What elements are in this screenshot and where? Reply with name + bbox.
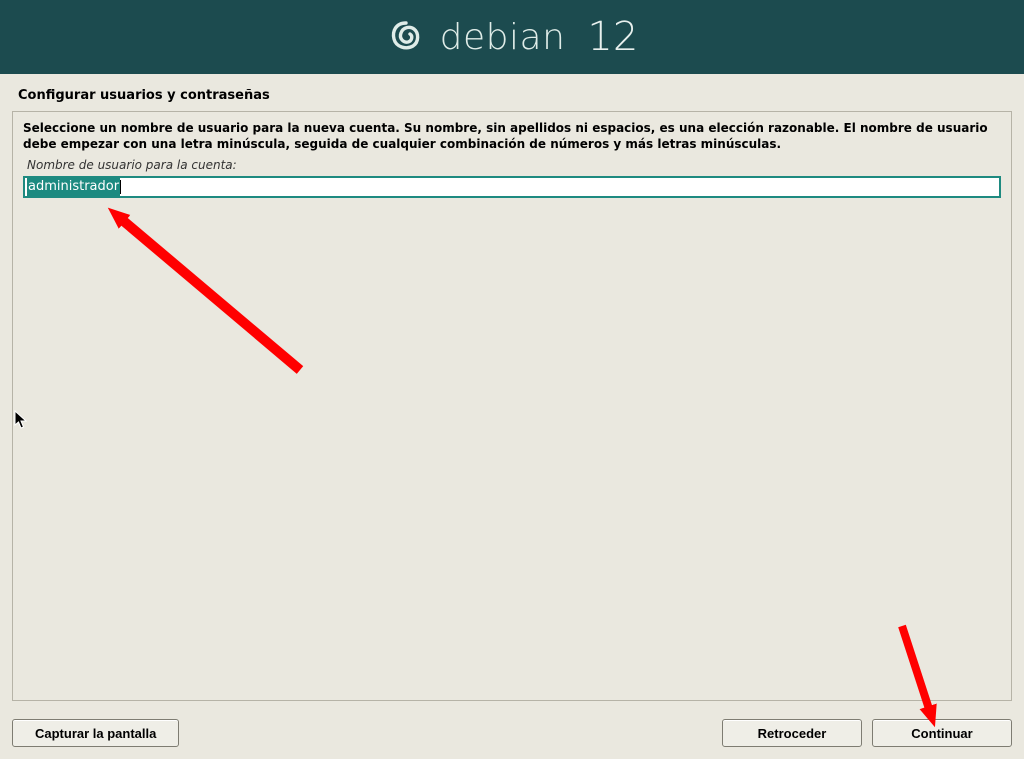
brand-name: debian <box>440 17 566 58</box>
username-selected-value: administrador <box>27 178 120 196</box>
username-input[interactable]: administrador <box>23 176 1001 198</box>
screenshot-button[interactable]: Capturar la pantalla <box>12 719 179 747</box>
installer-window: debian 12 Configurar usuarios y contrase… <box>0 0 1024 759</box>
text-caret <box>120 180 121 194</box>
page-title: Configurar usuarios y contraseñas <box>0 74 1024 111</box>
brand-version: 12 <box>587 14 638 60</box>
header-banner: debian 12 <box>0 0 1024 74</box>
back-button[interactable]: Retroceder <box>722 719 862 747</box>
debian-swirl-icon <box>386 17 426 57</box>
username-input-wrap: administrador <box>13 176 1011 198</box>
header-content: debian 12 <box>386 14 639 60</box>
instructions-text: Seleccione un nombre de usuario para la … <box>13 112 1011 154</box>
continue-button[interactable]: Continuar <box>872 719 1012 747</box>
button-bar: Capturar la pantalla Retroceder Continua… <box>0 707 1024 759</box>
content-panel: Seleccione un nombre de usuario para la … <box>12 111 1012 701</box>
username-label: Nombre de usuario para la cuenta: <box>13 154 1011 176</box>
